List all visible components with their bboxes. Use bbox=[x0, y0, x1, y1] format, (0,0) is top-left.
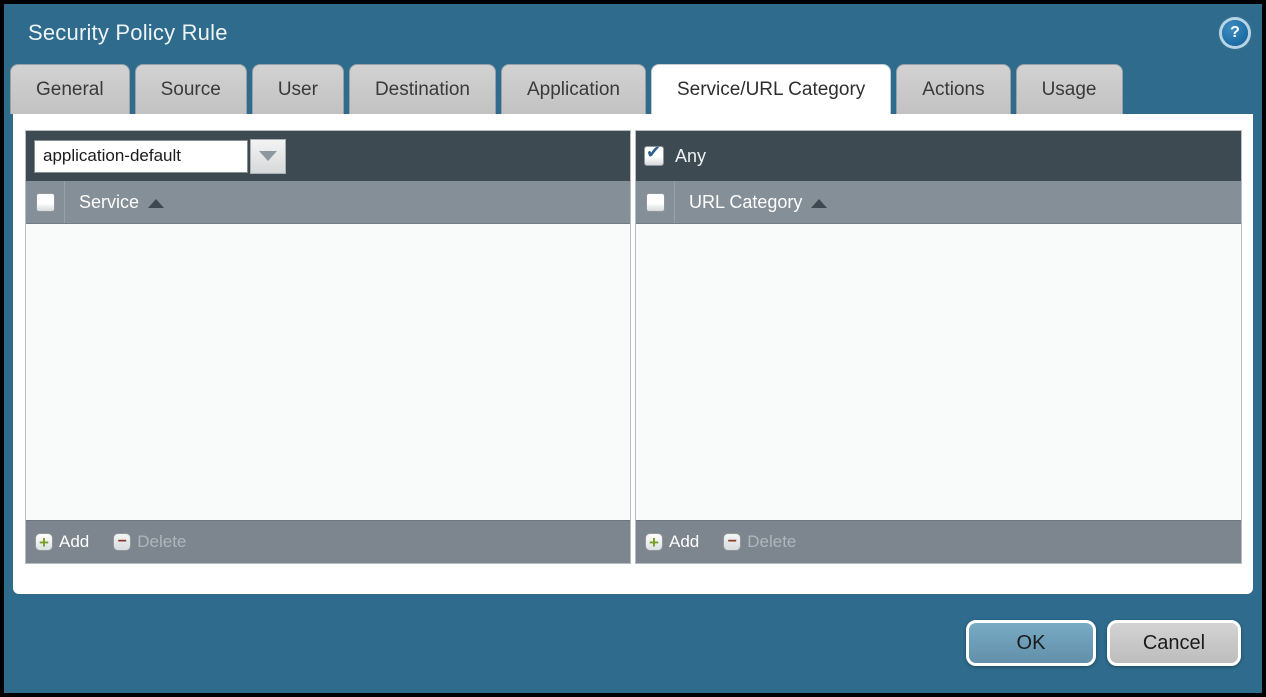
service-list-body bbox=[26, 224, 630, 520]
tab-user[interactable]: User bbox=[252, 64, 344, 114]
screenshot-frame: Security Policy Rule ? General Source Us… bbox=[0, 0, 1266, 697]
dialog-title: Security Policy Rule bbox=[28, 20, 228, 46]
security-policy-rule-dialog: Security Policy Rule ? General Source Us… bbox=[4, 4, 1262, 693]
service-panel-footer: + Add − Delete bbox=[26, 520, 630, 563]
tab-actions[interactable]: Actions bbox=[896, 64, 1010, 114]
dialog-body: Service + Add − Delete bbox=[13, 114, 1253, 594]
url-category-select-all-checkbox[interactable] bbox=[646, 193, 665, 212]
url-category-column-header: URL Category bbox=[636, 181, 1241, 224]
any-checkbox-label: Any bbox=[675, 146, 706, 167]
delete-button-label: Delete bbox=[137, 532, 186, 552]
tab-general[interactable]: General bbox=[10, 64, 130, 114]
service-select-all-checkbox[interactable] bbox=[36, 193, 55, 212]
tab-label: User bbox=[278, 79, 318, 101]
sort-ascending-icon bbox=[148, 199, 164, 208]
help-icon[interactable]: ? bbox=[1222, 20, 1248, 46]
url-category-column-sort[interactable]: URL Category bbox=[675, 181, 827, 223]
tab-usage[interactable]: Usage bbox=[1016, 64, 1123, 114]
help-icon-glyph: ? bbox=[1230, 24, 1240, 42]
tab-label: Destination bbox=[375, 79, 470, 101]
dialog-titlebar: Security Policy Rule ? bbox=[4, 4, 1262, 62]
minus-icon: − bbox=[113, 533, 131, 551]
url-category-list-body bbox=[636, 224, 1241, 520]
service-select-all-cell bbox=[26, 181, 65, 223]
tab-label: Actions bbox=[922, 79, 984, 101]
dialog-action-band: OK Cancel bbox=[4, 594, 1262, 693]
tab-label: Service/URL Category bbox=[677, 79, 865, 101]
tab-source[interactable]: Source bbox=[135, 64, 247, 114]
service-add-button[interactable]: + Add bbox=[35, 532, 89, 552]
minus-icon: − bbox=[723, 533, 741, 551]
service-column-header: Service bbox=[26, 181, 630, 224]
service-type-dropdown-input[interactable] bbox=[34, 140, 248, 173]
url-category-add-button[interactable]: + Add bbox=[645, 532, 699, 552]
ok-button[interactable]: OK bbox=[966, 620, 1096, 666]
add-button-label: Add bbox=[669, 532, 699, 552]
cancel-button[interactable]: Cancel bbox=[1107, 620, 1241, 666]
tab-service-url-category[interactable]: Service/URL Category bbox=[651, 64, 891, 114]
url-category-column-label: URL Category bbox=[689, 192, 802, 213]
chevron-down-icon bbox=[259, 151, 277, 161]
tab-label: Source bbox=[161, 79, 221, 101]
tab-application[interactable]: Application bbox=[501, 64, 646, 114]
sort-ascending-icon bbox=[811, 199, 827, 208]
service-panel: Service + Add − Delete bbox=[25, 130, 631, 564]
url-category-panel: ✔ Any URL Category + bbox=[635, 130, 1242, 564]
tab-label: General bbox=[36, 79, 104, 101]
service-column-sort[interactable]: Service bbox=[65, 181, 164, 223]
service-panel-header bbox=[26, 131, 630, 181]
tab-label: Application bbox=[527, 79, 620, 101]
tab-label: Usage bbox=[1042, 79, 1097, 101]
service-type-dropdown-button[interactable] bbox=[250, 139, 286, 174]
plus-icon: + bbox=[35, 533, 53, 551]
plus-icon: + bbox=[645, 533, 663, 551]
delete-button-label: Delete bbox=[747, 532, 796, 552]
url-category-panel-header: ✔ Any bbox=[636, 131, 1241, 181]
tab-destination[interactable]: Destination bbox=[349, 64, 496, 114]
url-category-select-all-cell bbox=[636, 181, 675, 223]
checkmark-icon: ✔ bbox=[646, 143, 661, 161]
any-checkbox[interactable]: ✔ bbox=[644, 146, 664, 166]
service-column-label: Service bbox=[79, 192, 139, 213]
add-button-label: Add bbox=[59, 532, 89, 552]
url-category-delete-button[interactable]: − Delete bbox=[723, 532, 796, 552]
url-category-panel-footer: + Add − Delete bbox=[636, 520, 1241, 563]
service-delete-button[interactable]: − Delete bbox=[113, 532, 186, 552]
tab-bar: General Source User Destination Applicat… bbox=[4, 62, 1262, 114]
